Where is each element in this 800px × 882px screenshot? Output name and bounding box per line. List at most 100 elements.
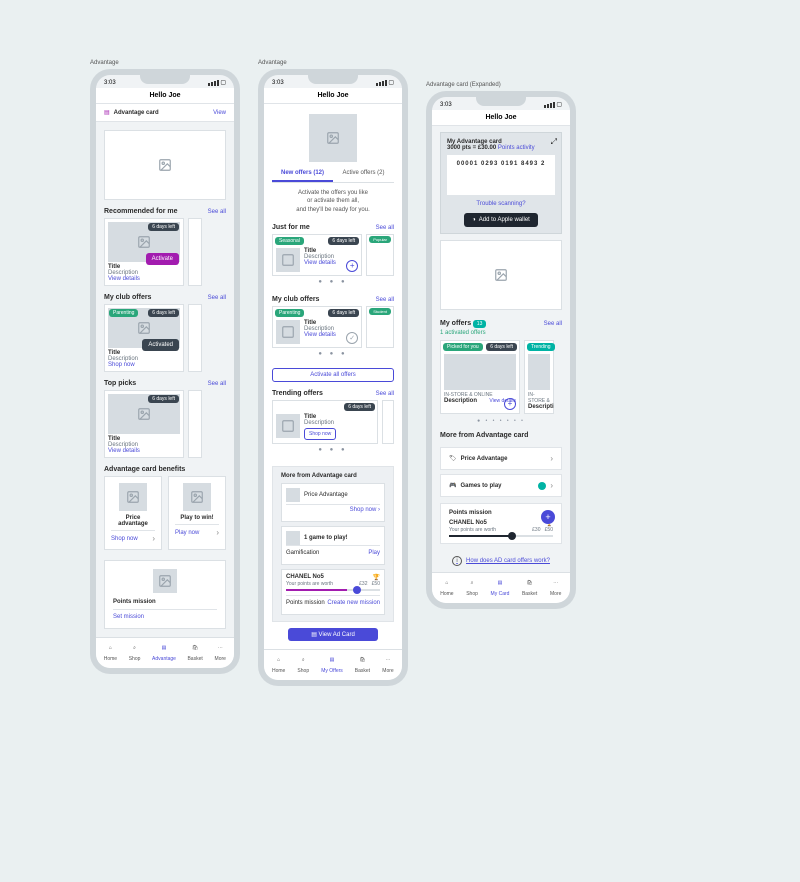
card-icon: ▤ (494, 577, 506, 589)
category-badge: Parenting (109, 309, 138, 317)
benefit-card[interactable]: Price advantage Shop now› (104, 476, 162, 550)
days-left-badge: 6 days left (328, 309, 359, 317)
tab-basket[interactable]: 🛍Basket (187, 642, 202, 662)
page-title: Hello Joe (96, 88, 234, 104)
shop-now-link[interactable]: Shop now (111, 536, 138, 542)
create-mission-link[interactable]: Create new mission (327, 600, 380, 606)
add-mission-button[interactable]: + (541, 510, 555, 524)
see-all-link[interactable]: See all (208, 295, 226, 301)
tab-new-offers[interactable]: New offers (12) (272, 166, 333, 182)
tab-home[interactable]: ⌂Home (104, 642, 117, 662)
advantage-card-row[interactable]: ▤ Advantage card View (96, 104, 234, 122)
tab-shop[interactable]: ⌕Shop (129, 642, 141, 662)
play-now-link[interactable]: Play now (175, 530, 199, 536)
section-title: Recommended for me (104, 208, 178, 215)
offer-card-peek[interactable]: Student (366, 306, 394, 348)
tab-shop[interactable]: ⌕Shop (466, 577, 478, 597)
tab-my-offers[interactable]: ▤My Offers (321, 654, 343, 674)
days-left-badge: 6 days left (344, 403, 375, 411)
offer-card-peek[interactable] (382, 400, 394, 444)
shop-now-link[interactable]: Shop now › (350, 507, 380, 513)
activate-all-button[interactable]: Activate all offers (272, 368, 394, 382)
points-mission-card[interactable]: Points mission Set mission (104, 560, 226, 629)
home-icon: ⌂ (104, 642, 116, 654)
chevron-right-icon: › (152, 534, 155, 543)
offer-card-peek[interactable] (188, 304, 202, 372)
chevron-right-icon: › (550, 481, 553, 490)
tab-more[interactable]: ⋯More (382, 654, 394, 674)
offer-card[interactable]: 6 days left TitleDescriptionShop now (272, 400, 378, 444)
game-row[interactable]: 1 game to play! GamificationPlay (281, 526, 385, 565)
tab-more[interactable]: ⋯More (550, 577, 562, 597)
carousel-dots: ● ● ● (272, 276, 394, 288)
offer-card[interactable]: Seasonal 6 days left TitleDescriptionVie… (272, 234, 362, 276)
category-badge: Student (369, 308, 391, 315)
offer-card[interactable]: 6 days left Title Description View detai… (104, 390, 184, 458)
shop-now-link[interactable]: Shop now (108, 362, 180, 368)
add-button[interactable]: + (504, 398, 516, 410)
tab-advantage[interactable]: ▤Advantage (152, 642, 176, 662)
more-icon: ⋯ (550, 577, 562, 589)
tab-bar: ⌂Home ⌕Shop ▤My Offers 🛍Basket ⋯More (264, 649, 402, 680)
offer-card[interactable]: Parenting 6 days left Activated Title De… (104, 304, 184, 372)
page-title: Hello Joe (264, 88, 402, 104)
image-placeholder (153, 569, 177, 593)
how-it-works-link[interactable]: iHow does AD card offers work? (432, 550, 570, 572)
activated-count: 1 activated offers (440, 330, 562, 336)
see-all-link[interactable]: See all (208, 381, 226, 387)
play-link[interactable]: Play (368, 550, 380, 556)
offer-card[interactable]: 6 days left Activate Title Description V… (104, 218, 184, 286)
tab-more[interactable]: ⋯More (214, 642, 226, 662)
tab-active-offers[interactable]: Active offers (2) (333, 166, 394, 182)
tab-my-card[interactable]: ▤My Card (491, 577, 510, 597)
offer-card[interactable]: Parenting 6 days left TitleDescriptionVi… (272, 306, 362, 348)
tab-basket[interactable]: 🛍Basket (522, 577, 537, 597)
tag-icon: 🏷 (449, 455, 457, 462)
points-activity-link[interactable]: Points activity (498, 145, 535, 151)
activate-button[interactable]: Activate (146, 253, 179, 265)
days-left-badge: 6 days left (148, 395, 179, 403)
see-all-link[interactable]: See all (376, 297, 394, 303)
progress-knob[interactable] (353, 586, 361, 594)
progress-knob[interactable] (508, 532, 516, 540)
offer-card-peek[interactable]: Popular (366, 234, 394, 276)
see-all-link[interactable]: See all (544, 321, 562, 327)
basket-icon: 🛍 (356, 654, 368, 666)
section-title: Trending offers (272, 390, 323, 397)
games-link[interactable]: 🎮Games to play› (440, 474, 562, 497)
price-advantage-row[interactable]: Price Advantage Shop now › (281, 483, 385, 522)
offer-card[interactable]: Picked for you 6 days left IN-STORE & ON… (440, 340, 520, 414)
activated-button: Activated (142, 339, 179, 351)
search-icon: ⌕ (129, 642, 141, 654)
section-title: My club offers (272, 296, 319, 303)
view-details-link[interactable]: View details (304, 260, 336, 266)
image-placeholder (276, 320, 300, 344)
tab-basket[interactable]: 🛍Basket (355, 654, 370, 674)
set-mission-link[interactable]: Set mission (113, 614, 144, 620)
tab-shop[interactable]: ⌕Shop (297, 654, 309, 674)
offer-card-peek[interactable] (188, 218, 202, 286)
view-details-link[interactable]: View details (304, 332, 336, 338)
view-link[interactable]: View (213, 110, 226, 116)
section-title: Just for me (272, 224, 310, 231)
see-all-link[interactable]: See all (376, 225, 394, 231)
view-ad-card-button[interactable]: ▤ View Ad Card (288, 628, 378, 641)
tab-home[interactable]: ⌂Home (440, 577, 453, 597)
price-advantage-link[interactable]: 🏷Price Advantage› (440, 447, 562, 470)
phone-frame-2: 3:03 ▢ Hello Joe New offers (12) Active … (258, 69, 408, 686)
benefit-card[interactable]: Play to win! Play now› (168, 476, 226, 550)
apple-wallet-button[interactable]: ◑Add to Apple wallet (464, 213, 538, 227)
home-icon: ⌂ (273, 654, 285, 666)
tab-home[interactable]: ⌂Home (272, 654, 285, 674)
offer-card-peek[interactable]: Trending IN-STORE & Descripti (524, 340, 554, 414)
offer-card-peek[interactable] (188, 390, 202, 458)
view-details-link[interactable]: View details (108, 276, 180, 282)
view-details-link[interactable]: View details (108, 448, 180, 454)
shop-now-button[interactable]: Shop now (304, 428, 336, 440)
trouble-scanning-link[interactable]: Trouble scanning? (476, 201, 525, 207)
see-all-link[interactable]: See all (376, 391, 394, 397)
see-all-link[interactable]: See all (208, 209, 226, 215)
image-placeholder (276, 414, 300, 438)
expand-icon[interactable]: ⤢ (551, 137, 557, 147)
carousel-dots: ● ● ● (272, 348, 394, 360)
